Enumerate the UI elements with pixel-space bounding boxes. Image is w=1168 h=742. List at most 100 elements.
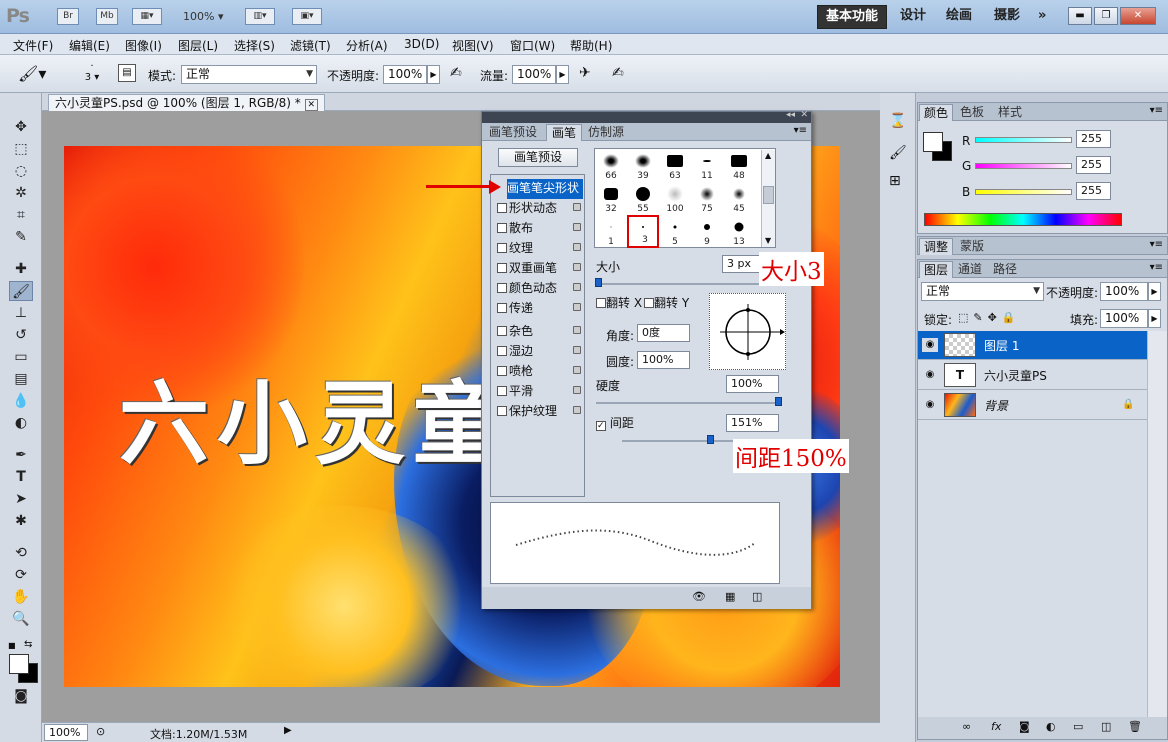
tab-brush-presets[interactable]: 画笔预设 xyxy=(484,124,542,141)
document-tab[interactable]: 六小灵童PS.psd @ 100% (图层 1, RGB/8) * ✕ xyxy=(48,94,326,111)
eyedropper-tool-icon[interactable]: ✎ xyxy=(9,227,33,247)
fx-icon[interactable]: fx xyxy=(991,720,1001,733)
pen-tool-icon[interactable]: ✒ xyxy=(9,445,33,465)
panel-menu-icon[interactable]: ▾≡ xyxy=(1150,262,1163,273)
lock-icon[interactable] xyxy=(573,386,581,394)
checkbox[interactable] xyxy=(497,223,507,233)
workspace-design[interactable]: 设计 xyxy=(892,5,934,29)
shape-tool-icon[interactable]: ✱ xyxy=(9,511,33,531)
roundness-input[interactable]: 100% xyxy=(637,351,690,369)
type-tool-icon[interactable]: T xyxy=(9,467,33,487)
brush-tip-1[interactable]: 1 xyxy=(595,215,627,248)
crop-tool-icon[interactable]: ⌗ xyxy=(9,205,33,225)
hand-tool-icon[interactable]: ✋ xyxy=(9,587,33,607)
gradient-tool-icon[interactable]: ▤ xyxy=(9,369,33,389)
scroll-thumb[interactable] xyxy=(763,186,774,204)
lock-icon[interactable] xyxy=(573,366,581,374)
checkbox[interactable] xyxy=(497,386,507,396)
close-panel-icon[interactable]: ✕ xyxy=(800,110,808,120)
view-extras-button[interactable]: ▦▾ xyxy=(132,8,162,25)
spacing-input[interactable]: 151% xyxy=(726,414,779,432)
close-button[interactable]: ✕ xyxy=(1120,7,1156,25)
tab-layers[interactable]: 图层 xyxy=(919,261,954,278)
group-icon[interactable]: ▭ xyxy=(1073,720,1083,733)
lock-icon[interactable] xyxy=(573,203,581,211)
lock-icon[interactable] xyxy=(573,283,581,291)
brush-tip-55[interactable]: 55 xyxy=(627,182,659,215)
color-spectrum-bar[interactable] xyxy=(924,213,1122,226)
size-slider-knob[interactable] xyxy=(595,278,602,287)
option-texture[interactable]: 纹理 xyxy=(497,239,583,259)
blend-mode-select[interactable]: 正常 ▼ xyxy=(921,282,1044,301)
option-shape-dynamics[interactable]: 形状动态 xyxy=(497,199,583,219)
mask-icon[interactable]: ◙ xyxy=(1019,720,1030,733)
clone-stamp-tool-icon[interactable]: ⊥ xyxy=(9,303,33,323)
brush-tip-13[interactable]: 13 xyxy=(723,215,755,248)
flip-y-option[interactable]: 翻转 Y xyxy=(644,294,689,311)
panel-menu-icon[interactable]: ▾≡ xyxy=(1150,239,1163,250)
collapse-panel-icon[interactable]: ◂◂ xyxy=(786,110,795,120)
default-colors-icon[interactable]: ■ xyxy=(8,641,18,651)
menu-3d[interactable]: 3D(D) xyxy=(404,37,439,51)
menu-view[interactable]: 视图(V) xyxy=(452,37,494,54)
menu-window[interactable]: 窗口(W) xyxy=(510,37,555,54)
history-panel-icon[interactable]: ⌛ xyxy=(889,113,906,129)
flow-slider-arrow-icon[interactable]: ▶ xyxy=(556,65,569,84)
foreground-color-swatch[interactable] xyxy=(9,654,29,674)
tab-adjustments[interactable]: 调整 xyxy=(919,238,954,255)
minibridge-button[interactable]: Mb xyxy=(96,8,118,25)
checkbox[interactable] xyxy=(497,243,507,253)
option-airbrush[interactable]: 喷枪 xyxy=(497,362,583,382)
tab-clone-source[interactable]: 仿制源 xyxy=(583,124,629,141)
option-dual-brush[interactable]: 双重画笔 xyxy=(497,259,583,279)
option-color-dynamics[interactable]: 颜色动态 xyxy=(497,279,583,299)
minimize-button[interactable]: ▬ xyxy=(1068,7,1092,25)
brush-panel-icon[interactable]: 🖌 xyxy=(889,145,907,161)
tab-brush[interactable]: 画笔 xyxy=(546,124,583,141)
quick-selection-tool-icon[interactable]: ✲ xyxy=(9,183,33,203)
angle-input[interactable]: 0度 xyxy=(637,324,690,342)
toggle-live-tip-icon[interactable]: 👁 xyxy=(692,590,706,603)
checkbox[interactable] xyxy=(497,303,507,313)
option-scattering[interactable]: 散布 xyxy=(497,219,583,239)
clone-source-panel-icon[interactable]: ⊞ xyxy=(889,173,901,189)
arrange-documents-button[interactable]: ▥▾ xyxy=(245,8,275,25)
opacity-input[interactable]: 100% xyxy=(383,65,427,84)
fill-input[interactable]: 100% xyxy=(1100,309,1148,328)
menu-help[interactable]: 帮助(H) xyxy=(570,37,612,54)
checkbox[interactable] xyxy=(497,263,507,273)
zoom-tool-icon[interactable]: 🔍 xyxy=(9,609,33,629)
lock-icon[interactable] xyxy=(573,263,581,271)
status-menu-arrow-icon[interactable]: ▶ xyxy=(284,725,292,736)
workspace-essentials[interactable]: 基本功能 xyxy=(817,5,888,29)
menu-edit[interactable]: 编辑(E) xyxy=(69,37,110,54)
brush-tip-66[interactable]: 66 xyxy=(595,149,627,182)
brush-tip-63[interactable]: 63 xyxy=(659,149,691,182)
visibility-eye-icon[interactable]: ◉ xyxy=(922,398,938,412)
new-preset-icon[interactable]: ◫ xyxy=(752,590,762,603)
hardness-input[interactable]: 100% xyxy=(726,375,779,393)
history-brush-tool-icon[interactable]: ↺ xyxy=(9,325,33,345)
close-document-icon[interactable]: ✕ xyxy=(304,99,319,111)
show-grid-icon[interactable]: ▦ xyxy=(725,590,735,603)
spacing-slider-knob[interactable] xyxy=(707,435,714,444)
layers-scrollbar[interactable] xyxy=(1147,331,1167,718)
new-layer-icon[interactable]: ◫ xyxy=(1101,720,1111,733)
channel-r-input[interactable]: 255 xyxy=(1076,130,1111,148)
menu-file[interactable]: 文件(F) xyxy=(13,37,53,54)
pressure-opacity-icon[interactable]: ✍ xyxy=(450,65,462,81)
checkbox[interactable] xyxy=(596,298,606,308)
channel-g-slider[interactable] xyxy=(975,163,1072,169)
option-smoothing[interactable]: 平滑 xyxy=(497,382,583,402)
more-workspaces-icon[interactable]: » xyxy=(1030,5,1054,29)
tab-color[interactable]: 颜色 xyxy=(919,104,954,121)
panel-menu-icon[interactable]: ▾≡ xyxy=(794,125,807,136)
mode-select[interactable]: 正常 ▼ xyxy=(181,65,317,84)
healing-brush-tool-icon[interactable]: ✚ xyxy=(9,259,33,279)
menu-layer[interactable]: 图层(L) xyxy=(178,37,218,54)
layer-row[interactable]: ◉ 图层 1 xyxy=(918,331,1147,360)
checkbox[interactable] xyxy=(497,366,507,376)
lasso-tool-icon[interactable]: ◌ xyxy=(9,161,33,181)
blur-tool-icon[interactable]: 💧 xyxy=(9,391,33,411)
foreground-color-box[interactable] xyxy=(923,132,943,152)
